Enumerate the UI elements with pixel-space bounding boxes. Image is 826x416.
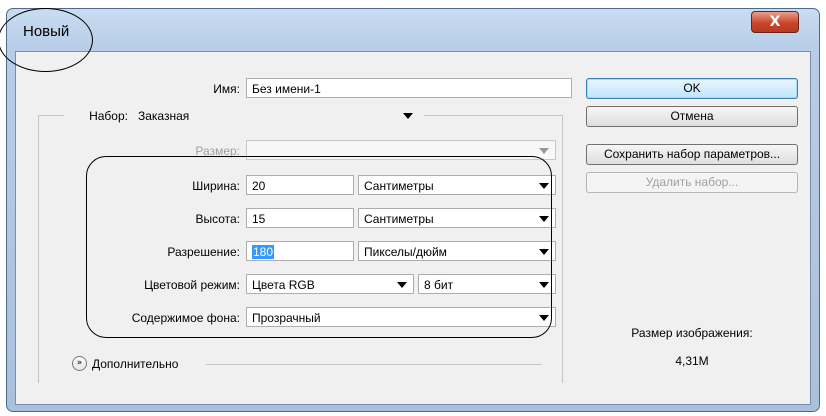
preset-group-border-left [38, 115, 39, 383]
title-bar[interactable]: Новый X [7, 9, 819, 53]
chevron-down-icon [539, 148, 549, 154]
advanced-label[interactable]: Дополнительно [92, 357, 178, 371]
image-size-label: Размер изображения: [631, 326, 753, 340]
delete-preset-button[interactable]: Удалить набор... [586, 172, 798, 193]
preset-group-line-left [38, 115, 64, 116]
title-highlight-circle [0, 8, 93, 72]
preset-select[interactable]: Заказная [132, 105, 420, 125]
preset-value: Заказная [138, 109, 190, 123]
ok-button[interactable]: OK [586, 78, 798, 99]
preset-group-line-right [424, 115, 562, 116]
advanced-divider [206, 364, 542, 365]
name-field[interactable]: Без имени-1 [246, 78, 572, 98]
close-button[interactable]: X [751, 11, 799, 33]
preset-group-border-right [562, 115, 563, 383]
name-label: Имя: [213, 82, 240, 96]
image-size-value: 4,31М [675, 354, 709, 368]
chevron-down-icon [403, 113, 413, 119]
double-chevron-down-icon[interactable]: » [72, 356, 87, 371]
cancel-button[interactable]: Отмена [586, 106, 798, 127]
preset-label: Набор: [89, 109, 128, 123]
save-preset-button[interactable]: Сохранить набор параметров... [586, 144, 798, 165]
parameters-highlight-frame [86, 156, 552, 338]
